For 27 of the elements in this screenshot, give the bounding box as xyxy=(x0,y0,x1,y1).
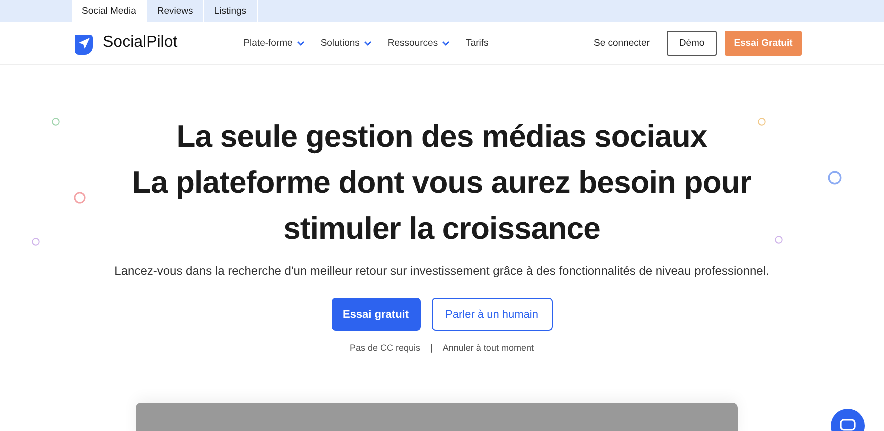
chevron-down-icon xyxy=(442,40,450,46)
headline: La seule gestion des médias sociaux La plateforme dont vous aurez besoin pour stimuler la croissance xyxy=(132,118,752,248)
nav-menu-item[interactable]: Ressources xyxy=(388,38,450,48)
chevron-down-icon xyxy=(296,40,305,46)
ring-decoration xyxy=(828,171,842,185)
tab[interactable]: Social Media xyxy=(72,0,148,22)
ring-decoration xyxy=(32,238,40,246)
nav-menu-item[interactable]: Tarifs xyxy=(466,38,489,48)
ring-decoration xyxy=(758,118,766,126)
separator: | xyxy=(430,343,433,353)
nav-menu-item[interactable]: Solutions xyxy=(320,38,372,48)
tab[interactable]: Listings xyxy=(204,0,258,22)
tab[interactable]: Reviews xyxy=(147,0,204,22)
sign-in-link[interactable]: Se connecter xyxy=(594,38,650,48)
talk-button[interactable]: Parler à un humain xyxy=(432,298,552,331)
chat-icon xyxy=(840,419,856,431)
note-text: Pas de CC requis xyxy=(350,343,421,353)
demo-button[interactable]: Démo xyxy=(667,30,717,56)
logo-text[interactable]: SocialPilot xyxy=(103,34,178,52)
chevron-down-icon xyxy=(364,40,372,46)
ring-decoration xyxy=(52,118,60,126)
subtitle: Lancez-vous dans la recherche d'un meilleur retour sur investissement grâce à des fonctionnalités de niveau professionnel. xyxy=(114,264,770,278)
nav-menu-item[interactable]: Plate-forme xyxy=(244,38,305,48)
free-trial-button[interactable]: Essai gratuit xyxy=(332,298,420,331)
ring-decoration xyxy=(74,192,86,204)
note-text: Annuler à tout moment xyxy=(442,343,534,353)
ring-decoration xyxy=(775,236,783,244)
